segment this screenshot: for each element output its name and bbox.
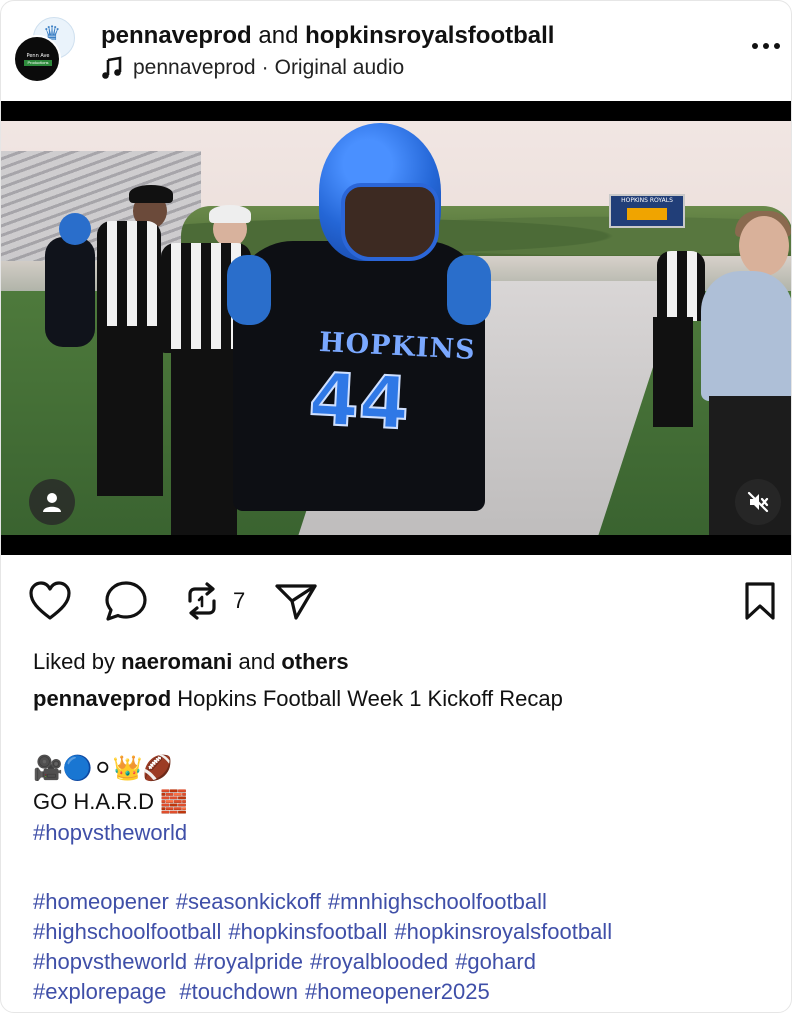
hashtag-row: #explorepage #touchdown #homeopener2025 — [33, 977, 497, 1007]
repost-button[interactable] — [177, 576, 227, 626]
hashtag[interactable]: #gohard — [455, 949, 536, 974]
share-button[interactable] — [271, 576, 321, 626]
hashtag[interactable]: #homeopener — [33, 889, 169, 914]
helmet-facemask — [341, 183, 439, 261]
hashtag[interactable]: #mnhighschoolfootball — [328, 889, 547, 914]
video-frame: HOPKINS ROYALS HOPKINS 44 — [1, 121, 791, 535]
hashtag[interactable]: #hopkinsfootball — [228, 919, 387, 944]
tagged-people-button[interactable] — [29, 479, 75, 525]
post-video[interactable]: HOPKINS ROYALS HOPKINS 44 — [1, 101, 791, 555]
repost-icon — [188, 582, 216, 620]
comment-button[interactable] — [101, 576, 151, 626]
photographer-shirt — [701, 271, 791, 401]
hashtag[interactable]: #hopkinsroyalsfootball — [394, 919, 612, 944]
collab-avatar[interactable]: ♛ Penn Ave Productions — [13, 17, 75, 83]
hashtag[interactable]: #highschoolfootball — [33, 919, 221, 944]
author-joiner: and — [258, 22, 299, 49]
comment-bubble-icon — [105, 581, 147, 621]
avatar-logo-text: Penn Ave — [26, 53, 50, 59]
liked-by-line[interactable]: Liked by naeromani and others — [33, 647, 349, 677]
more-horizontal-icon — [752, 43, 780, 49]
background-helmet — [59, 213, 91, 245]
jersey-shoulder — [227, 255, 271, 325]
paper-plane-icon — [275, 584, 317, 620]
liked-prefix: Liked by — [33, 649, 115, 674]
player-jersey: HOPKINS 44 — [227, 241, 491, 511]
post-card: ♛ Penn Ave Productions pennaveprod and h… — [0, 0, 792, 1013]
author-username[interactable]: pennaveprod — [101, 22, 252, 49]
referee-pants — [171, 349, 237, 535]
save-button[interactable] — [735, 576, 785, 626]
hashtag[interactable]: #seasonkickoff — [176, 889, 321, 914]
collab-username[interactable]: hopkinsroyalsfootball — [305, 22, 554, 49]
music-note-icon — [102, 56, 122, 79]
referee-pants — [97, 326, 163, 496]
liked-and: and — [238, 649, 276, 674]
referee-shirt — [97, 221, 161, 331]
post-author-line: pennaveprod and hopkinsroyalsfootball — [101, 21, 554, 51]
hashtag-row: #homeopener #seasonkickoff #mnhighschoolfo… — [33, 887, 554, 917]
hashtag[interactable]: #touchdown — [179, 979, 298, 1004]
like-button[interactable] — [25, 576, 75, 626]
jersey-shoulder — [447, 255, 491, 325]
avatar-logo-subtext: Productions — [24, 60, 52, 66]
liked-user[interactable]: naeromani — [121, 649, 232, 674]
background-player — [45, 237, 95, 347]
person-icon — [43, 493, 61, 512]
hashtag[interactable]: #royalblooded — [310, 949, 448, 974]
heart-icon — [29, 581, 71, 620]
jersey-number: 44 — [306, 355, 412, 446]
bookmark-icon — [745, 582, 775, 620]
caption-username[interactable]: pennaveprod — [33, 686, 171, 711]
audio-label: Original audio — [274, 56, 405, 79]
caption-text: Hopkins Football Week 1 Kickoff Recap — [177, 686, 563, 711]
liked-others[interactable]: others — [281, 649, 348, 674]
hashtag[interactable]: #homeopener2025 — [305, 979, 490, 1004]
audio-separator: · — [261, 56, 269, 79]
hashtag-featured[interactable]: #hopvstheworld — [33, 818, 194, 848]
referee-cap — [129, 185, 173, 203]
hashtag[interactable]: #hopvstheworld — [33, 949, 187, 974]
scoreboard-digits — [627, 208, 667, 220]
referee-shirt — [657, 251, 705, 321]
scoreboard-text: HOPKINS ROYALS — [621, 197, 673, 204]
caption-emojis: 🎥🔵⚪👑🏈 — [33, 754, 173, 782]
audio-attribution[interactable]: pennaveprod · Original audio — [101, 54, 404, 82]
speaker-muted-icon — [747, 491, 769, 513]
post-caption: pennaveprod Hopkins Football Week 1 Kick… — [33, 684, 773, 714]
repost-count: 7 — [233, 588, 246, 613]
hashtag[interactable]: #explorepage — [33, 979, 166, 1004]
referee-cap — [209, 205, 251, 223]
hashtag-row: #hopvstheworld #royalpride #royalblooded #g… — [33, 947, 543, 977]
hashtag[interactable]: #hopvstheworld — [33, 820, 187, 845]
hashtag-row: #highschoolfootball #hopkinsfootball #hopk… — [33, 917, 619, 947]
post-header: ♛ Penn Ave Productions pennaveprod and h… — [1, 1, 791, 101]
more-options-button[interactable] — [749, 33, 783, 63]
hashtag[interactable]: #royalpride — [194, 949, 303, 974]
avatar-logo: Penn Ave Productions — [13, 35, 61, 83]
photographer-head — [739, 216, 789, 276]
action-bar — [1, 576, 791, 626]
scoreboard: HOPKINS ROYALS — [609, 194, 685, 228]
referee-pants — [653, 317, 693, 427]
mute-toggle-button[interactable] — [735, 479, 781, 525]
audio-account: pennaveprod — [133, 56, 256, 79]
caption-go-hard: GO H.A.R.D 🧱 — [33, 789, 188, 814]
